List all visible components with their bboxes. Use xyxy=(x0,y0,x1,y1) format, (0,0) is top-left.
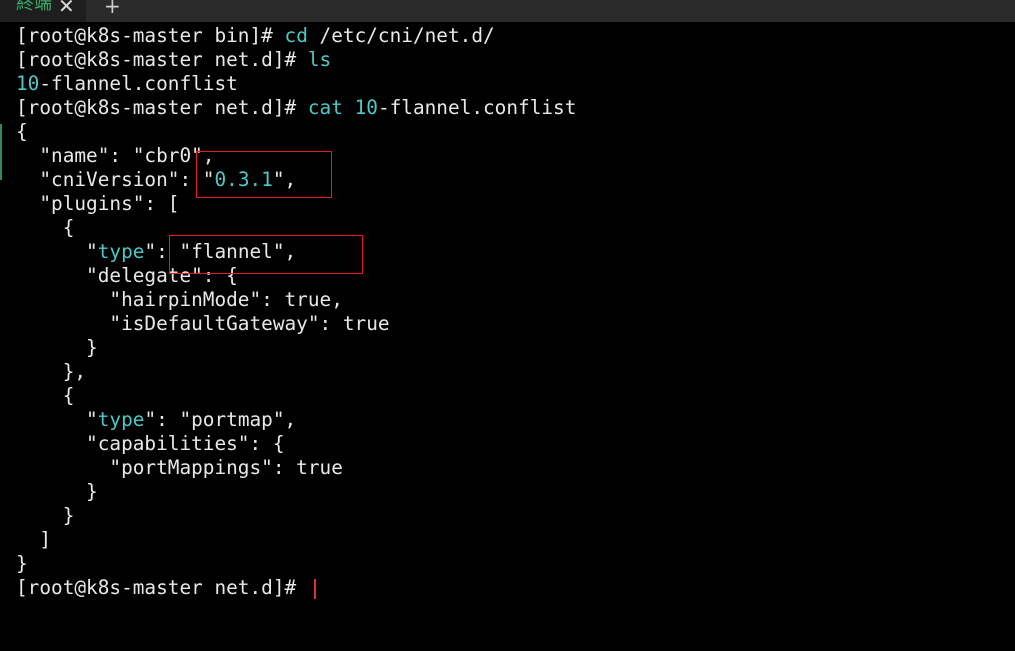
terminal-line: 10-flannel.conflist xyxy=(16,72,238,96)
annotation-box-type xyxy=(169,235,363,274)
annotation-box-cniversion xyxy=(196,151,332,198)
command: cat xyxy=(307,96,343,119)
json-line: } xyxy=(16,336,98,359)
output-number: 10 xyxy=(16,72,40,95)
prompt: [root@k8s-master net.d]# xyxy=(16,96,308,119)
terminal-line: [root@k8s-master net.d]# cat 10-flannel.… xyxy=(16,96,576,120)
command: ls xyxy=(307,48,332,71)
arg-text: -flannel.conflist xyxy=(377,96,577,119)
json-line: "plugins": [ xyxy=(16,192,180,215)
json-value: ": "portmap", xyxy=(144,408,297,431)
json-line: "hairpinMode": true, xyxy=(16,288,343,311)
text-cursor xyxy=(314,579,316,599)
json-line: } xyxy=(16,552,28,575)
indent: " xyxy=(16,240,98,263)
terminal-tab[interactable]: 終端 ✕ xyxy=(0,0,86,22)
tab-bar: 終端 ✕ + xyxy=(0,0,1015,22)
tab-label: 終端 xyxy=(16,0,52,14)
json-line: "type": "portmap", xyxy=(16,408,296,432)
command: cd xyxy=(284,24,308,47)
terminal-output[interactable]: [root@k8s-master bin]# cd /etc/cni/net.d… xyxy=(0,24,1015,651)
json-line: { xyxy=(16,384,75,407)
json-line: }, xyxy=(16,360,87,383)
arg-number: 10 xyxy=(354,96,378,119)
json-key-type: type xyxy=(97,408,145,431)
json-key-type: type xyxy=(97,240,145,263)
output-text: -flannel.conflist xyxy=(39,72,238,95)
json-line: } xyxy=(16,504,75,527)
indent: " xyxy=(16,408,98,431)
close-icon[interactable]: ✕ xyxy=(58,0,75,17)
terminal-line: [root@k8s-master net.d]# xyxy=(16,576,308,600)
json-line: } xyxy=(16,480,98,503)
json-line: { xyxy=(16,120,28,143)
json-line: ] xyxy=(16,528,52,551)
terminal-line: [root@k8s-master bin]# cd /etc/cni/net.d… xyxy=(16,24,495,48)
json-line: "name": "cbr0", xyxy=(16,144,215,167)
json-line: "portMappings": true xyxy=(16,456,343,479)
prompt: [root@k8s-master bin]# xyxy=(16,24,285,47)
json-line: "capabilities": { xyxy=(16,432,285,455)
prompt: [root@k8s-master net.d]# xyxy=(16,48,308,71)
new-tab-icon[interactable]: + xyxy=(104,0,121,17)
terminal-line: [root@k8s-master net.d]# ls xyxy=(16,48,331,72)
prompt: [root@k8s-master net.d]# xyxy=(16,576,308,599)
json-line: { xyxy=(16,216,75,239)
command-args: /etc/cni/net.d/ xyxy=(307,24,495,47)
json-line: "isDefaultGateway": true xyxy=(16,312,390,335)
json-key: "cniVersion": xyxy=(16,168,203,191)
